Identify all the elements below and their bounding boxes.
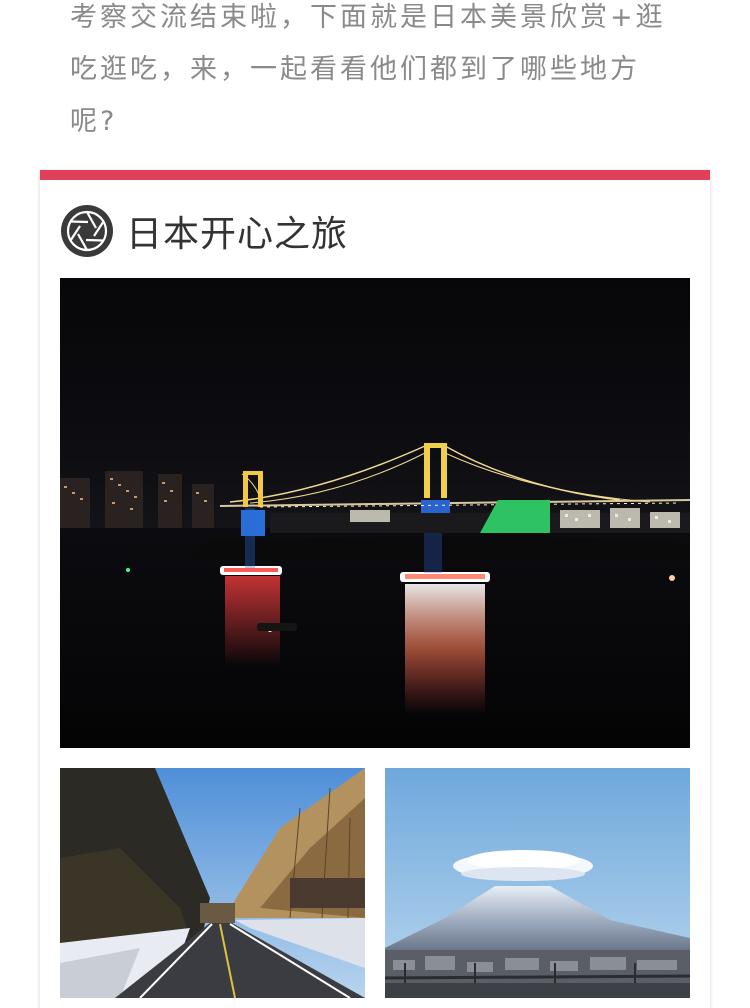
camera-aperture-icon	[60, 204, 114, 258]
section-title: 日本开心之旅	[126, 214, 349, 255]
intro-line-1: 考察交流结束啦，下面就是日本美景欣赏+逛	[70, 2, 666, 33]
section-card: 日本开心之旅	[40, 170, 710, 1008]
article-page: 考察交流结束啦，下面就是日本美景欣赏+逛 吃逛吃，来，一起看看他们都到了哪些地方…	[0, 0, 750, 1008]
rainbow-bridge-night-photo[interactable]	[60, 278, 690, 748]
mount-fuji-lenticular-cloud-photo[interactable]	[385, 768, 690, 998]
snowy-mountain-road-photo[interactable]	[60, 768, 365, 998]
intro-line-3: 呢?	[70, 106, 118, 137]
intro-line-2: 吃逛吃，来，一起看看他们都到了哪些地方	[70, 54, 640, 85]
section-header: 日本开心之旅	[60, 204, 348, 258]
intro-paragraph: 考察交流结束啦，下面就是日本美景欣赏+逛 吃逛吃，来，一起看看他们都到了哪些地方…	[70, 0, 690, 148]
